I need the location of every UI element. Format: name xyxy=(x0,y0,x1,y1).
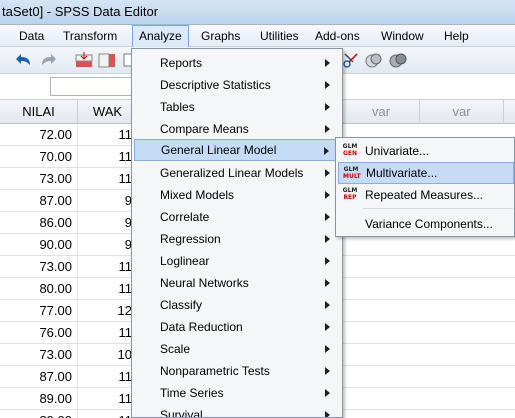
scissors-icon[interactable] xyxy=(341,51,361,69)
menu-item-repeated-measures[interactable]: GLM REP Repeated Measures... xyxy=(338,184,514,206)
glm-repeated-measures-icon: GLM REP xyxy=(342,187,358,201)
menu-item-multivariate[interactable]: GLM MULT Multivariate... xyxy=(338,162,514,184)
submenu-arrow-icon xyxy=(325,213,330,221)
menu-item-scale[interactable]: Scale xyxy=(134,338,340,360)
submenu-arrow-icon xyxy=(325,81,330,89)
menu-utilities[interactable]: Utilities xyxy=(254,25,305,47)
cell-wak[interactable]: 9 xyxy=(78,190,138,212)
submenu-arrow-icon xyxy=(325,169,330,177)
glm-multivariate-icon: GLM MULT xyxy=(343,166,361,180)
cell-nilai[interactable]: 89.00 xyxy=(0,388,78,410)
menu-item-classify[interactable]: Classify xyxy=(134,294,340,316)
submenu-arrow-icon xyxy=(325,257,330,265)
cell-wak[interactable]: 11 xyxy=(78,388,138,410)
menu-bar: Data Transform Analyze Graphs Utilities … xyxy=(0,25,515,48)
cell-wak[interactable]: 11 xyxy=(78,124,138,146)
cell-nilai[interactable]: 72.00 xyxy=(0,124,78,146)
cell-nilai[interactable]: 70.00 xyxy=(0,146,78,168)
cell-wak[interactable]: 12 xyxy=(78,300,138,322)
cell-wak[interactable]: 11 xyxy=(78,366,138,388)
column-header-var[interactable]: var xyxy=(343,100,420,124)
submenu-arrow-icon xyxy=(325,103,330,111)
cell-nilai[interactable]: 90.00 xyxy=(0,234,78,256)
cell-nilai[interactable]: 77.00 xyxy=(0,300,78,322)
menu-item-reports[interactable]: Reports xyxy=(134,52,340,74)
cell-nilai[interactable]: 87.00 xyxy=(0,190,78,212)
menu-item-mixed-models[interactable]: Mixed Models xyxy=(134,184,340,206)
submenu-arrow-icon xyxy=(325,301,330,309)
cell-nilai[interactable]: 73.00 xyxy=(0,256,78,278)
menu-item-variance-components[interactable]: Variance Components... xyxy=(338,213,514,235)
cell-nilai[interactable]: 86.00 xyxy=(0,212,78,234)
cell-wak[interactable]: 11 xyxy=(78,322,138,344)
menu-separator xyxy=(363,208,513,209)
submenu-arrow-icon xyxy=(325,279,330,287)
select-cases-icon[interactable] xyxy=(364,51,384,69)
menu-item-descriptive-statistics[interactable]: Descriptive Statistics xyxy=(134,74,340,96)
goto-case-icon[interactable] xyxy=(74,51,94,69)
column-header-wak[interactable]: WAK xyxy=(78,100,138,124)
cell-wak[interactable]: 11 xyxy=(78,146,138,168)
title-bar: taSet0] - SPSS Data Editor xyxy=(0,0,515,25)
cell-nilai[interactable]: 73.00 xyxy=(0,344,78,366)
submenu-arrow-icon xyxy=(325,59,330,67)
menu-item-nonparametric-tests[interactable]: Nonparametric Tests xyxy=(134,360,340,382)
menu-help[interactable]: Help xyxy=(438,25,475,47)
cell-wak[interactable]: 9 xyxy=(78,234,138,256)
cell-nilai[interactable]: 76.00 xyxy=(0,322,78,344)
menu-item-neural-networks[interactable]: Neural Networks xyxy=(134,272,340,294)
cell-wak[interactable]: 11 xyxy=(78,278,138,300)
menu-item-survival[interactable]: Survival xyxy=(134,404,340,417)
cell-nilai[interactable]: 73.00 xyxy=(0,168,78,190)
cell-wak[interactable]: 11 xyxy=(78,168,138,190)
menu-item-time-series[interactable]: Time Series xyxy=(134,382,340,404)
submenu-arrow-icon xyxy=(325,125,330,133)
redo-icon[interactable] xyxy=(38,51,58,69)
glm-univariate-icon: GLM GEN xyxy=(342,143,358,157)
glm-submenu: GLM GEN Univariate... GLM MULT Multivariat… xyxy=(335,137,515,237)
menu-analyze[interactable]: Analyze xyxy=(132,25,189,48)
submenu-arrow-icon xyxy=(325,389,330,397)
menu-item-compare-means[interactable]: Compare Means xyxy=(134,118,340,140)
column-header-nilai[interactable]: NILAI xyxy=(0,100,78,124)
menu-transform[interactable]: Transform xyxy=(57,25,123,47)
cell-wak[interactable]: 11 xyxy=(78,410,138,418)
undo-icon[interactable] xyxy=(14,51,34,69)
value-labels-icon[interactable] xyxy=(388,51,408,69)
cell-wak[interactable]: 10 xyxy=(78,344,138,366)
menu-item-univariate[interactable]: GLM GEN Univariate... xyxy=(338,140,514,162)
menu-item-general-linear-model[interactable]: General Linear Model xyxy=(134,139,340,161)
submenu-arrow-icon xyxy=(325,367,330,375)
menu-item-tables[interactable]: Tables xyxy=(134,96,340,118)
cell-nilai[interactable]: 80.00 xyxy=(0,278,78,300)
menu-item-regression[interactable]: Regression xyxy=(134,228,340,250)
window-title: taSet0] - SPSS Data Editor xyxy=(2,4,159,19)
submenu-arrow-icon xyxy=(325,235,330,243)
cell-wak[interactable]: 11 xyxy=(78,256,138,278)
menu-item-data-reduction[interactable]: Data Reduction xyxy=(134,316,340,338)
column-header-var[interactable]: var xyxy=(420,100,504,124)
submenu-arrow-icon xyxy=(325,323,330,331)
cell-nilai[interactable]: 87.00 xyxy=(0,366,78,388)
submenu-arrow-icon xyxy=(325,345,330,353)
submenu-arrow-icon xyxy=(324,147,329,155)
analyze-menu: Reports Descriptive Statistics Tables Co… xyxy=(131,48,343,418)
submenu-arrow-icon xyxy=(325,411,330,417)
submenu-arrow-icon xyxy=(325,191,330,199)
cell-nilai[interactable]: 89.00 xyxy=(0,410,78,418)
menu-item-loglinear[interactable]: Loglinear xyxy=(134,250,340,272)
menu-item-correlate[interactable]: Correlate xyxy=(134,206,340,228)
menu-window[interactable]: Window xyxy=(375,25,430,47)
menu-item-generalized-linear-models[interactable]: Generalized Linear Models xyxy=(134,162,340,184)
menu-data[interactable]: Data xyxy=(13,25,50,47)
cell-wak[interactable]: 9 xyxy=(78,212,138,234)
insert-variable-icon[interactable] xyxy=(97,51,117,69)
menu-graphs[interactable]: Graphs xyxy=(195,25,246,47)
menu-add-ons[interactable]: Add-ons xyxy=(309,25,366,47)
